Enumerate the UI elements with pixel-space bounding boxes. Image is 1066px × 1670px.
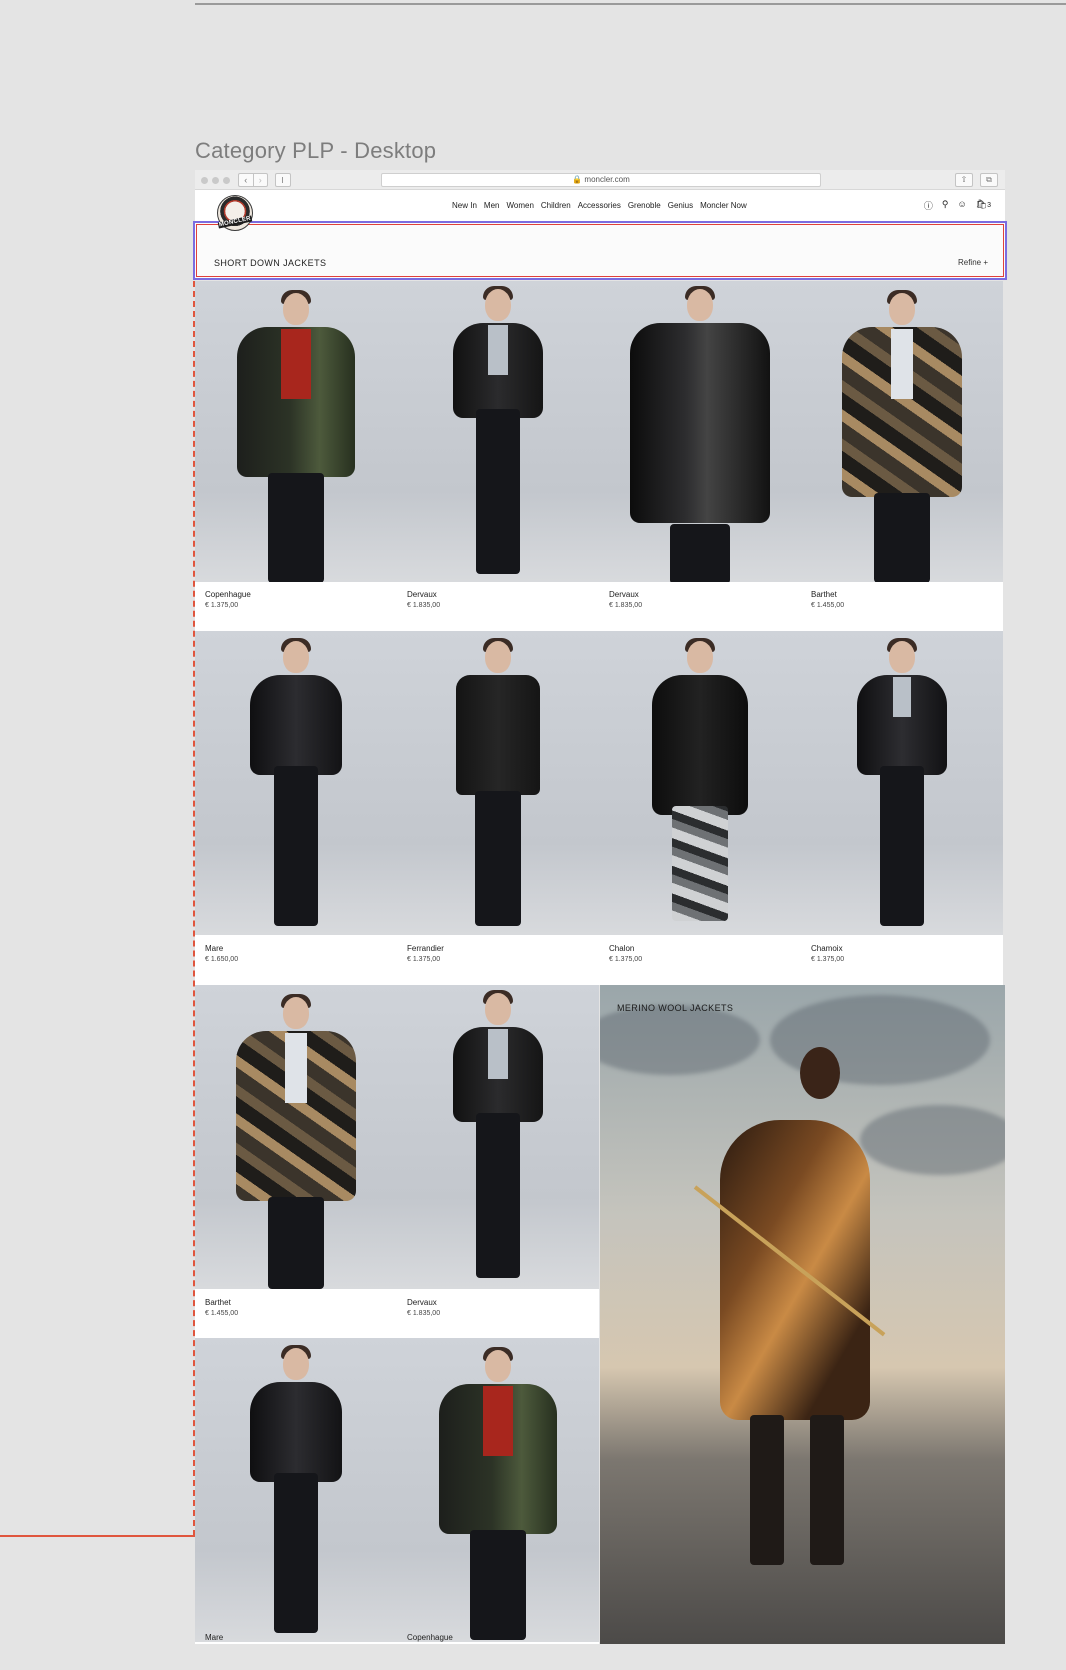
- utility-icons: ⓘ ⚲ ☺ 🛍3: [924, 199, 991, 212]
- account-icon[interactable]: ☺: [957, 199, 966, 212]
- product-price: € 1.375,00: [205, 602, 239, 609]
- product-image[interactable]: [397, 281, 599, 582]
- product-image[interactable]: [599, 631, 801, 935]
- nav-item-genius[interactable]: Genius: [668, 201, 693, 210]
- help-icon[interactable]: ⓘ: [924, 199, 933, 212]
- nav-item-grenoble[interactable]: Grenoble: [628, 201, 661, 210]
- product-price: € 1.455,00: [205, 1310, 239, 1317]
- product-card[interactable]: Mare: [195, 1338, 397, 1644]
- product-name[interactable]: Barthet: [811, 590, 837, 599]
- product-name[interactable]: Barthet: [205, 1298, 231, 1307]
- window-close-dot[interactable]: [201, 177, 208, 184]
- editorial-model-head: [800, 1047, 840, 1099]
- layout-guide-vertical: [193, 281, 195, 1536]
- product-image[interactable]: [801, 631, 1003, 935]
- top-divider: [195, 3, 1066, 5]
- bag-count: 3: [987, 202, 991, 209]
- product-name[interactable]: Dervaux: [407, 590, 437, 599]
- sidebar-toggle-icon[interactable]: [275, 173, 291, 187]
- editorial-banner[interactable]: MERINO WOOL JACKETS: [600, 985, 1005, 1644]
- product-name[interactable]: Copenhague: [205, 590, 251, 599]
- product-image[interactable]: [195, 631, 397, 935]
- product-image[interactable]: [599, 281, 801, 582]
- nav-item-men[interactable]: Men: [484, 201, 500, 210]
- layout-guide-horizontal: [0, 1535, 195, 1537]
- product-card[interactable]: Dervaux € 1.835,00: [397, 281, 599, 631]
- product-name[interactable]: Dervaux: [407, 1298, 437, 1307]
- product-card[interactable]: Chamoix € 1.375,00: [801, 631, 1003, 985]
- history-buttons: ‹ ›: [238, 173, 268, 187]
- chevron-left-icon[interactable]: ‹: [239, 174, 253, 186]
- tabs-overview-icon[interactable]: ⧉: [980, 173, 998, 187]
- site-header: MONCLER New In Men Women Children Access…: [195, 190, 1005, 231]
- product-image[interactable]: [195, 1338, 397, 1642]
- address-bar[interactable]: 🔒 moncler.com: [381, 173, 821, 187]
- product-price: € 1.375,00: [811, 956, 845, 963]
- product-card[interactable]: Barthet € 1.455,00: [195, 985, 397, 1338]
- product-name[interactable]: Copenhague: [407, 1633, 453, 1642]
- chevron-right-icon[interactable]: ›: [252, 174, 268, 186]
- product-card[interactable]: Dervaux € 1.835,00: [599, 281, 801, 631]
- product-card[interactable]: Barthet € 1.455,00: [801, 281, 1003, 631]
- nav-item-accessories[interactable]: Accessories: [578, 201, 621, 210]
- product-price: € 1.835,00: [609, 602, 643, 609]
- product-card[interactable]: Ferrandier € 1.375,00: [397, 631, 599, 985]
- nav-item-women[interactable]: Women: [506, 201, 533, 210]
- product-image[interactable]: [195, 985, 397, 1289]
- product-name[interactable]: Dervaux: [609, 590, 639, 599]
- product-name[interactable]: Mare: [205, 1633, 223, 1642]
- product-card[interactable]: Copenhague € 1.375,00: [195, 281, 397, 631]
- moncler-logo[interactable]: MONCLER: [217, 195, 253, 231]
- product-price: € 1.835,00: [407, 1310, 441, 1317]
- browser-toolbar: ‹ › 🔒 moncler.com ⇧ ⧉: [195, 170, 1005, 190]
- bag-icon[interactable]: 🛍3: [976, 199, 991, 212]
- category-title: SHORT DOWN JACKETS: [214, 258, 327, 268]
- product-name[interactable]: Chamoix: [811, 944, 843, 953]
- product-image[interactable]: [397, 631, 599, 935]
- refine-button[interactable]: Refine +: [958, 258, 988, 267]
- product-name[interactable]: Mare: [205, 944, 223, 953]
- product-price: € 1.375,00: [407, 956, 441, 963]
- category-header-highlight: [196, 224, 1004, 277]
- product-image[interactable]: [397, 985, 599, 1289]
- product-card[interactable]: Dervaux € 1.835,00: [397, 985, 599, 1338]
- product-card[interactable]: Chalon € 1.375,00: [599, 631, 801, 985]
- editorial-model-coat: [720, 1120, 870, 1420]
- main-navigation: New In Men Women Children Accessories Gr…: [452, 201, 747, 210]
- product-price: € 1.835,00: [407, 602, 441, 609]
- product-price: € 1.650,00: [205, 956, 239, 963]
- product-card[interactable]: Mare € 1.650,00: [195, 631, 397, 985]
- product-image[interactable]: [801, 281, 1003, 582]
- window-minimize-dot[interactable]: [212, 177, 219, 184]
- category-header: SHORT DOWN JACKETS Refine +: [193, 221, 1007, 280]
- share-icon[interactable]: ⇧: [955, 173, 973, 187]
- nav-item-new-in[interactable]: New In: [452, 201, 477, 210]
- window-zoom-dot[interactable]: [223, 177, 230, 184]
- search-icon[interactable]: ⚲: [942, 199, 949, 212]
- product-image[interactable]: [397, 1338, 599, 1642]
- nav-item-children[interactable]: Children: [541, 201, 571, 210]
- frame-title: Category PLP - Desktop: [195, 138, 437, 163]
- editorial-model-legs: [750, 1415, 845, 1565]
- nav-item-moncler-now[interactable]: Moncler Now: [700, 201, 747, 210]
- editorial-label[interactable]: MERINO WOOL JACKETS: [617, 1003, 733, 1013]
- product-card[interactable]: Copenhague: [397, 1338, 599, 1644]
- product-name[interactable]: Ferrandier: [407, 944, 444, 953]
- product-price: € 1.375,00: [609, 956, 643, 963]
- product-price: € 1.455,00: [811, 602, 845, 609]
- product-image[interactable]: [195, 281, 397, 582]
- product-name[interactable]: Chalon: [609, 944, 634, 953]
